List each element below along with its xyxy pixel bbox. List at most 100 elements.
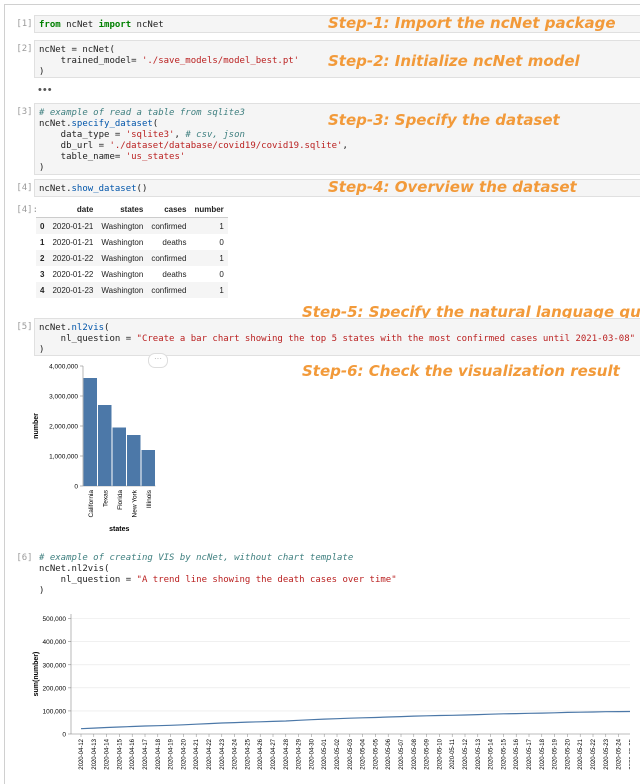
table-row: 0 2020-01-21 Washington confirmed 1 [36,217,228,234]
code-token: nl2vis [71,323,105,333]
output-prompt-4: [4]: [16,205,38,215]
code-cell-5[interactable]: ncNet.nl2vis( nl_question = "Create a ba… [34,318,640,356]
x-axis-title: states [109,526,129,533]
x-tick-label: Texas [102,489,109,507]
x-tick-label: 2020-04-19 [169,738,175,769]
table-cell: confirmed [147,250,191,266]
table-cell: Washington [101,237,144,247]
x-tick-label: 2020-05-16 [514,738,520,769]
step-1-annotation: Step-1: Import the ncNet package [328,14,616,32]
x-tick-label: 2020-05-18 [540,738,546,769]
code-token: ncNet [60,20,99,30]
x-tick-label: Florida [117,490,124,510]
x-tick-label: 2020-05-10 [437,738,443,769]
x-tick-label: 2020-05-19 [553,738,559,769]
y-tick-label: 0 [62,732,66,739]
x-tick-label: 2020-05-24 [617,738,623,769]
x-tick-label: 2020-05-23 [604,738,610,769]
code-token: nl_question = [39,334,137,344]
x-tick-label: 2020-05-05 [373,738,379,769]
bar-chart: 0 1,000,000 2,000,000 3,000,000 4,000,000 Cal… [33,364,156,533]
x-tick-label: 2020-05-07 [399,738,405,769]
x-tick-label: 2020-05-14 [489,738,495,769]
code-token: from [39,20,61,30]
code-token: ncNet [131,20,164,30]
step-6-annotation: Step-6: Check the visualization result [302,362,620,380]
x-tick-label: 2020-04-12 [79,738,85,769]
code-token: ncNet. [39,119,72,129]
y-tick-label: 3,000,000 [49,394,78,401]
code-token: specify_dataset [71,119,153,129]
x-tick-label: 2020-04-14 [105,738,111,769]
code-string: './dataset/database/covid19/covid19.sqli… [109,141,343,151]
table-cell: confirmed [147,282,191,298]
table-cell: 4 [36,282,49,298]
x-tick-label: 2020-04-18 [156,738,162,769]
table-cell: 2020-01-22 [48,250,98,266]
table-cell: 1 [40,237,45,247]
x-tick-label: 2020-04-15 [117,738,123,769]
x-tick-label: 2020-05-04 [361,738,367,769]
bar [83,378,97,486]
code-line: ) [39,586,45,596]
x-tick-label: 2020-04-13 [92,738,98,769]
table-cell: 2020-01-22 [52,269,94,279]
column-header: states [97,202,148,218]
x-tick-label: 2020-04-30 [309,738,315,769]
y-tick-label: 0 [74,484,78,491]
table-cell: deaths [162,269,187,279]
x-tick-label: 2020-04-25 [245,738,251,769]
line-chart: 0 100,000 200,000 300,000 400,000 500,000 2020… [33,614,630,770]
table-cell: Washington [97,217,148,234]
code-comment: # csv, json [185,130,245,140]
code-token: ( [104,323,110,333]
table-cell: 2020-01-21 [48,217,98,234]
x-tick-label: 2020-05-13 [476,738,482,769]
code-token: , [342,141,348,151]
table-cell: Washington [97,250,148,266]
column-header [36,202,49,218]
x-tick-label: 2020-04-22 [207,738,213,769]
y-tick-label: 200,000 [43,685,67,692]
table-row: 2 2020-01-22 Washington confirmed 1 [36,250,228,266]
x-tick-label: 2020-05-03 [348,738,354,769]
table-row: 4 2020-01-23 Washington confirmed 1 [36,282,228,298]
x-tick-label: 2020-05-11 [450,738,456,769]
table-cell: Washington [101,269,144,279]
code-comment: # example of read a table from sqlite3 [39,108,245,118]
code-line: ncNet.nl2vis( [39,564,110,574]
column-header: date [48,202,98,218]
code-comment: # example of creating VIS by ncNet, with… [39,553,354,563]
table-cell: Washington [97,282,148,298]
collapsed-output-dots[interactable]: ••• [38,84,53,96]
table-cell: confirmed [147,217,191,234]
y-tick-label: 2,000,000 [49,424,78,431]
step-4-annotation: Step-4: Overview the dataset [328,178,577,196]
code-token: db_url = [39,141,110,151]
y-tick-label: 500,000 [43,616,67,623]
x-tick-label: 2020-04-20 [181,738,187,769]
code-token: ncNet. [39,184,72,194]
x-tick-label: 2020-04-28 [284,738,290,769]
x-tick-label: 2020-05-15 [501,738,507,769]
y-tick-label: 100,000 [43,708,67,715]
code-cell-6[interactable]: # example of creating VIS by ncNet, with… [34,548,640,598]
x-tick-label: 2020-04-24 [233,738,239,769]
x-tick-label: 2020-05-20 [565,738,571,769]
table-header-row: date states cases number [36,202,228,218]
bar [127,435,141,486]
table-cell: deaths [162,237,187,247]
bar [112,427,126,486]
step-3-annotation: Step-3: Specify the dataset [328,111,560,129]
table-cell: 1 [190,250,228,266]
code-line: ncNet = ncNet( [39,45,115,55]
x-tick-label: 2020-04-21 [194,738,200,769]
x-tick-label: 2020-05-02 [335,738,341,769]
code-line: ) [39,163,45,173]
step-2-annotation: Step-2: Initialize ncNet model [328,52,580,70]
y-axis-title: number [33,413,40,439]
dataset-table: date states cases number 0 2020-01-21 Wa… [36,202,228,298]
x-tick-label: 2020-05-06 [386,738,392,769]
y-tick-label: 1,000,000 [49,454,78,461]
x-tick-label: 2020-05-12 [463,738,469,769]
